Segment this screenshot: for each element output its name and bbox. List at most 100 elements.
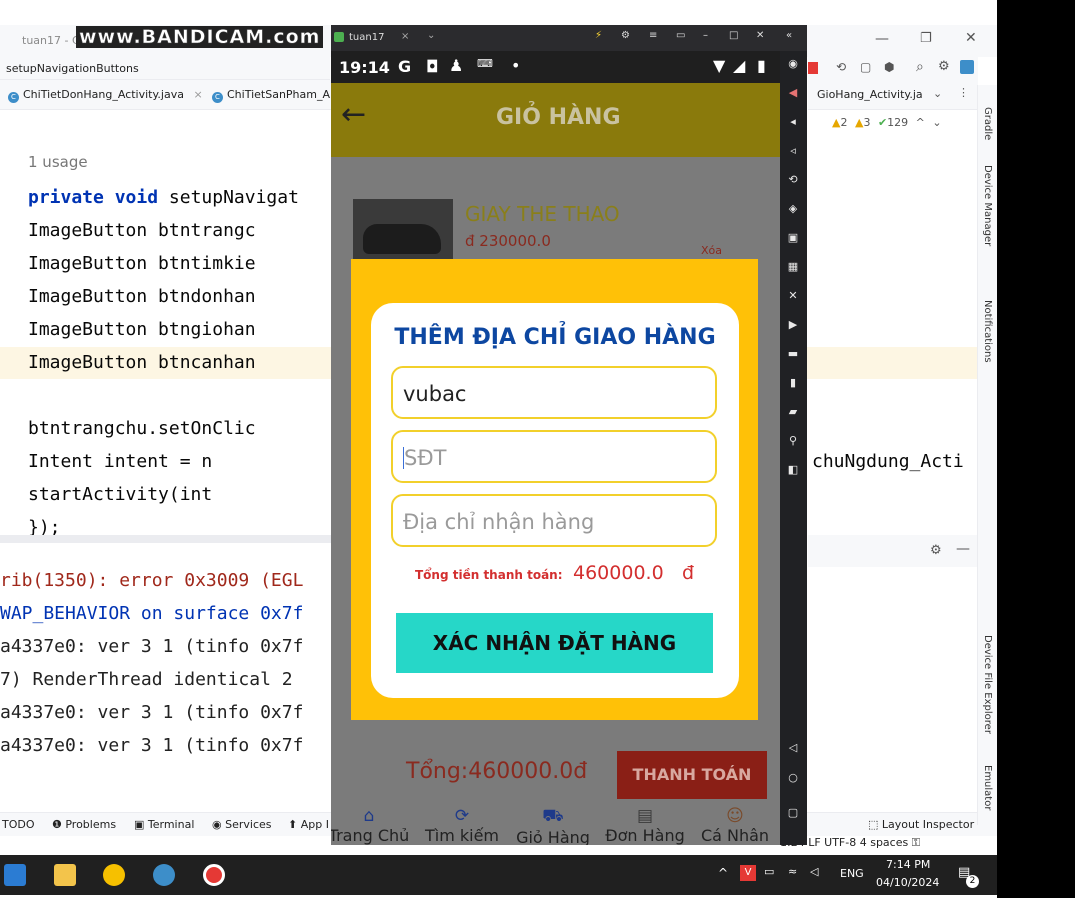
name-input[interactable]: vubac xyxy=(391,366,717,419)
avatar-icon[interactable] xyxy=(960,60,974,74)
tab-giohang[interactable]: GioHang_Activity.ja xyxy=(817,88,923,101)
close-icon[interactable]: ✕ xyxy=(756,30,764,41)
tool-todo[interactable]: TODO xyxy=(2,818,35,831)
multi-display-icon[interactable]: ◧ xyxy=(786,463,800,477)
restore-icon[interactable]: ❐ xyxy=(920,31,932,46)
home-nav-icon[interactable]: ○ xyxy=(786,771,800,785)
nav-search[interactable]: ⟳ Tìm kiếm xyxy=(417,806,507,845)
tab-close-icon[interactable]: × xyxy=(401,31,409,42)
vscode-icon[interactable] xyxy=(4,864,26,886)
overview-nav-icon[interactable]: ▢ xyxy=(786,806,800,820)
lock-icon[interactable]: ⚿ xyxy=(912,836,920,849)
emulator-tab[interactable]: tuan17 xyxy=(349,32,384,43)
settings-icon[interactable]: ⚙ xyxy=(621,30,630,41)
warning-count: 2 xyxy=(840,116,848,129)
tab-close-icon[interactable]: × xyxy=(193,88,202,101)
tab-chitietdonhang[interactable]: C ChiTietDonHang_Activity.java × xyxy=(8,88,203,103)
emulator-title-bar: tuan17 × ⌄ ⚡ ⚙ ≡ ▭ – □ ✕ « xyxy=(331,25,807,51)
code-line: ImageButton btntrangc xyxy=(28,220,256,241)
confirm-order-button[interactable]: XÁC NHẬN ĐẶT HÀNG xyxy=(396,613,713,673)
tool-problems[interactable]: ❶ Problems xyxy=(52,818,116,831)
maximize-icon[interactable]: □ xyxy=(729,30,738,41)
stop-icon[interactable] xyxy=(808,62,818,74)
chevron-up-icon[interactable]: ^ xyxy=(916,116,925,129)
folder-icon[interactable]: ▰ xyxy=(786,405,800,419)
minimize-icon[interactable]: — xyxy=(875,31,889,47)
chevron-down-icon[interactable]: ⌄ xyxy=(933,87,942,100)
power-icon[interactable]: ◉ xyxy=(786,57,800,71)
window-icon[interactable]: ▭ xyxy=(676,30,685,41)
gear-icon[interactable]: ⚙ xyxy=(938,59,950,74)
nav-home[interactable]: ⌂ Trang Chủ xyxy=(331,806,414,845)
android-studio-icon[interactable] xyxy=(153,864,175,886)
hide-icon[interactable]: — xyxy=(956,541,970,557)
language-indicator[interactable]: ENG xyxy=(840,867,864,880)
tool-terminal[interactable]: ▣ Terminal xyxy=(134,818,194,831)
code-line: ImageButton btndonhan xyxy=(28,286,256,307)
volume-down-icon[interactable]: ◃ xyxy=(786,144,800,158)
nav-cart[interactable]: ⛟ Giỏ Hàng xyxy=(508,806,598,845)
gear-icon[interactable]: ⚙ xyxy=(930,543,942,558)
tray-app-icon[interactable]: V xyxy=(740,865,756,881)
tool-emulator[interactable]: Emulator xyxy=(982,765,993,810)
delete-link[interactable]: Xóa xyxy=(701,244,722,257)
cart-icon: ⛟ xyxy=(542,806,564,826)
inspection-widget[interactable]: ▲2 ▲3 ✔129 ^ ⌄ xyxy=(832,116,942,129)
back-nav-icon[interactable]: ◁ xyxy=(786,741,800,755)
tab-chitietsanpham[interactable]: C ChiTietSanPham_A xyxy=(212,88,330,103)
minimize-icon[interactable]: – xyxy=(703,30,708,41)
ok-count: 129 xyxy=(887,116,909,129)
chevron-up-icon[interactable]: ^ xyxy=(718,866,728,880)
tool-layout-inspector[interactable]: ⬚ Layout Inspector xyxy=(868,818,974,831)
nav-profile[interactable]: ☺ Cá Nhân xyxy=(690,806,780,845)
sdk-icon[interactable]: ⬢ xyxy=(884,60,894,74)
device-icon[interactable]: ▢ xyxy=(860,60,871,74)
speaker-icon[interactable]: ◁ xyxy=(810,865,818,878)
record-icon[interactable] xyxy=(203,864,225,886)
tool-app-inspection[interactable]: ⬆ App I xyxy=(288,818,329,831)
back-arrow-icon[interactable]: ← xyxy=(341,97,366,132)
volume-icon[interactable]: ◀ xyxy=(786,86,800,100)
close-icon[interactable]: ✕ xyxy=(965,30,977,46)
clock-date[interactable]: 04/10/2024 xyxy=(876,876,939,889)
battery-icon[interactable]: ▭ xyxy=(764,865,774,878)
phone-icon[interactable]: ▮ xyxy=(786,376,800,390)
search-icon[interactable]: ⌕ xyxy=(916,59,924,75)
notification-icon: ◘ xyxy=(426,57,439,76)
checkout-button[interactable]: THANH TOÁN xyxy=(617,751,767,799)
record-icon[interactable]: ▶ xyxy=(786,318,800,332)
panel-divider[interactable] xyxy=(0,535,332,543)
chevron-down-icon[interactable]: ⌄ xyxy=(427,30,435,41)
tool-gradle[interactable]: Gradle xyxy=(982,107,993,140)
tool-device-manager[interactable]: Device Manager xyxy=(982,165,993,246)
class-icon: C xyxy=(212,92,223,103)
clock-time[interactable]: 7:14 PM xyxy=(886,858,930,871)
file-explorer-icon[interactable] xyxy=(54,864,76,886)
lightning-icon[interactable]: ⚡ xyxy=(595,30,602,41)
location-icon[interactable]: ⚲ xyxy=(786,434,800,448)
usage-hint[interactable]: 1 usage xyxy=(28,153,88,171)
chevron-down-icon[interactable]: ⌄ xyxy=(932,116,941,129)
bandicam-icon[interactable] xyxy=(103,864,125,886)
volume-up-icon[interactable]: ◂ xyxy=(786,115,800,129)
address-input[interactable]: Địa chỉ nhận hàng xyxy=(391,494,717,547)
nav-label: Giỏ Hàng xyxy=(516,828,590,845)
collapse-icon[interactable]: « xyxy=(786,30,792,41)
keyboard-icon[interactable]: ▬ xyxy=(786,347,800,361)
tool-device-file-explorer[interactable]: Device File Explorer xyxy=(982,635,993,734)
wifi-icon[interactable]: ≈ xyxy=(788,865,797,878)
display-icon[interactable]: ▦ xyxy=(786,260,800,274)
tool-services[interactable]: ◉ Services xyxy=(212,818,272,831)
sync-icon[interactable]: ⟲ xyxy=(836,60,846,74)
nav-orders[interactable]: ▤ Đơn Hàng xyxy=(600,806,690,845)
tools-icon[interactable]: ✕ xyxy=(786,289,800,303)
phone-input[interactable]: SĐT xyxy=(391,430,717,483)
notification-badge: 2 xyxy=(966,875,979,888)
camera-icon[interactable]: ▣ xyxy=(786,231,800,245)
menu-icon[interactable]: ≡ xyxy=(649,30,657,41)
breadcrumb[interactable]: setupNavigationButtons xyxy=(0,57,330,80)
screenshot-icon[interactable]: ◈ xyxy=(786,202,800,216)
tool-notifications[interactable]: Notifications xyxy=(982,300,993,363)
rotate-icon[interactable]: ⟲ xyxy=(786,173,800,187)
more-icon[interactable]: ⋮ xyxy=(958,86,969,99)
